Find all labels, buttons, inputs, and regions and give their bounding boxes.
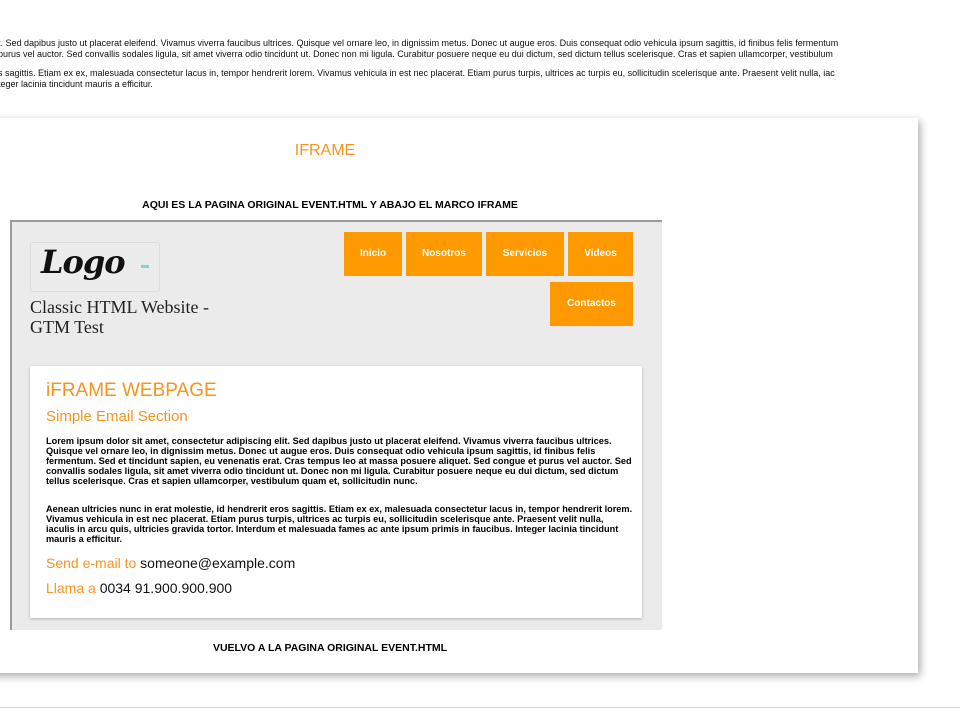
nav-item-nosotros[interactable]: Nosotros [406,232,482,276]
intro-line-2: purus vel auctor. Sed convallis sodales … [0,49,833,59]
content-heading: iFRAME WEBPAGE [46,380,217,401]
content-subheading: Simple Email Section [46,408,188,425]
intro-line-3: s sagittis. Etiam ex ex, malesuada conse… [0,68,835,78]
logo-text: Logo [41,243,126,281]
caption-bottom: VUELVO A LA PAGINA ORIGINAL EVENT.HTML [212,642,448,654]
intro-paragraph-2: s sagittis. Etiam ex ex, malesuada conse… [0,68,960,90]
phone-link[interactable]: 0034 91.900.900.900 [100,580,232,596]
nav-item-videos[interactable]: Videos [568,232,633,276]
content-paragraph-2: Aenean ultricies nunc in erat molestie, … [46,504,633,544]
logo[interactable]: Logo [30,242,160,292]
intro-paragraph-1: t. Sed dapibus justo ut placerat eleifen… [0,38,960,60]
logo-accent-dot [141,265,149,268]
email-label: Send e-mail to [46,555,141,571]
phone-contact: Llama a 0034 91.900.900.900 [46,580,232,596]
email-link[interactable]: someone@example.com [140,555,295,571]
bottom-divider [0,707,960,708]
intro-line-1: t. Sed dapibus justo ut placerat eleifen… [0,38,839,48]
nav-item-contactos[interactable]: Contactos [550,282,633,326]
email-contact: Send e-mail to someone@example.com [46,555,295,571]
content-panel: iFRAME WEBPAGE Simple Email Section Lore… [30,366,642,618]
intro-line-4: teger lacinia tincidunt mauris a efficit… [0,79,153,89]
site-title: Classic HTML Website - GTM Test [30,297,210,337]
caption-top: AQUI ES LA PAGINA ORIGINAL EVENT.HTML Y … [142,199,518,211]
nav-item-inicio[interactable]: Inicio [344,232,402,276]
content-paragraph-1: Lorem ipsum dolor sit amet, consectetur … [46,436,632,486]
phone-label: Llama a [46,580,100,596]
iframe-card: IFRAME AQUI ES LA PAGINA ORIGINAL EVENT.… [0,118,918,673]
intro-text: t. Sed dapibus justo ut placerat eleifen… [0,38,960,98]
iframe-title: IFRAME [294,142,356,159]
iframe-frame[interactable]: Logo Classic HTML Website - GTM Test Ini… [10,220,662,630]
nav-item-servicios[interactable]: Servicios [486,232,564,276]
